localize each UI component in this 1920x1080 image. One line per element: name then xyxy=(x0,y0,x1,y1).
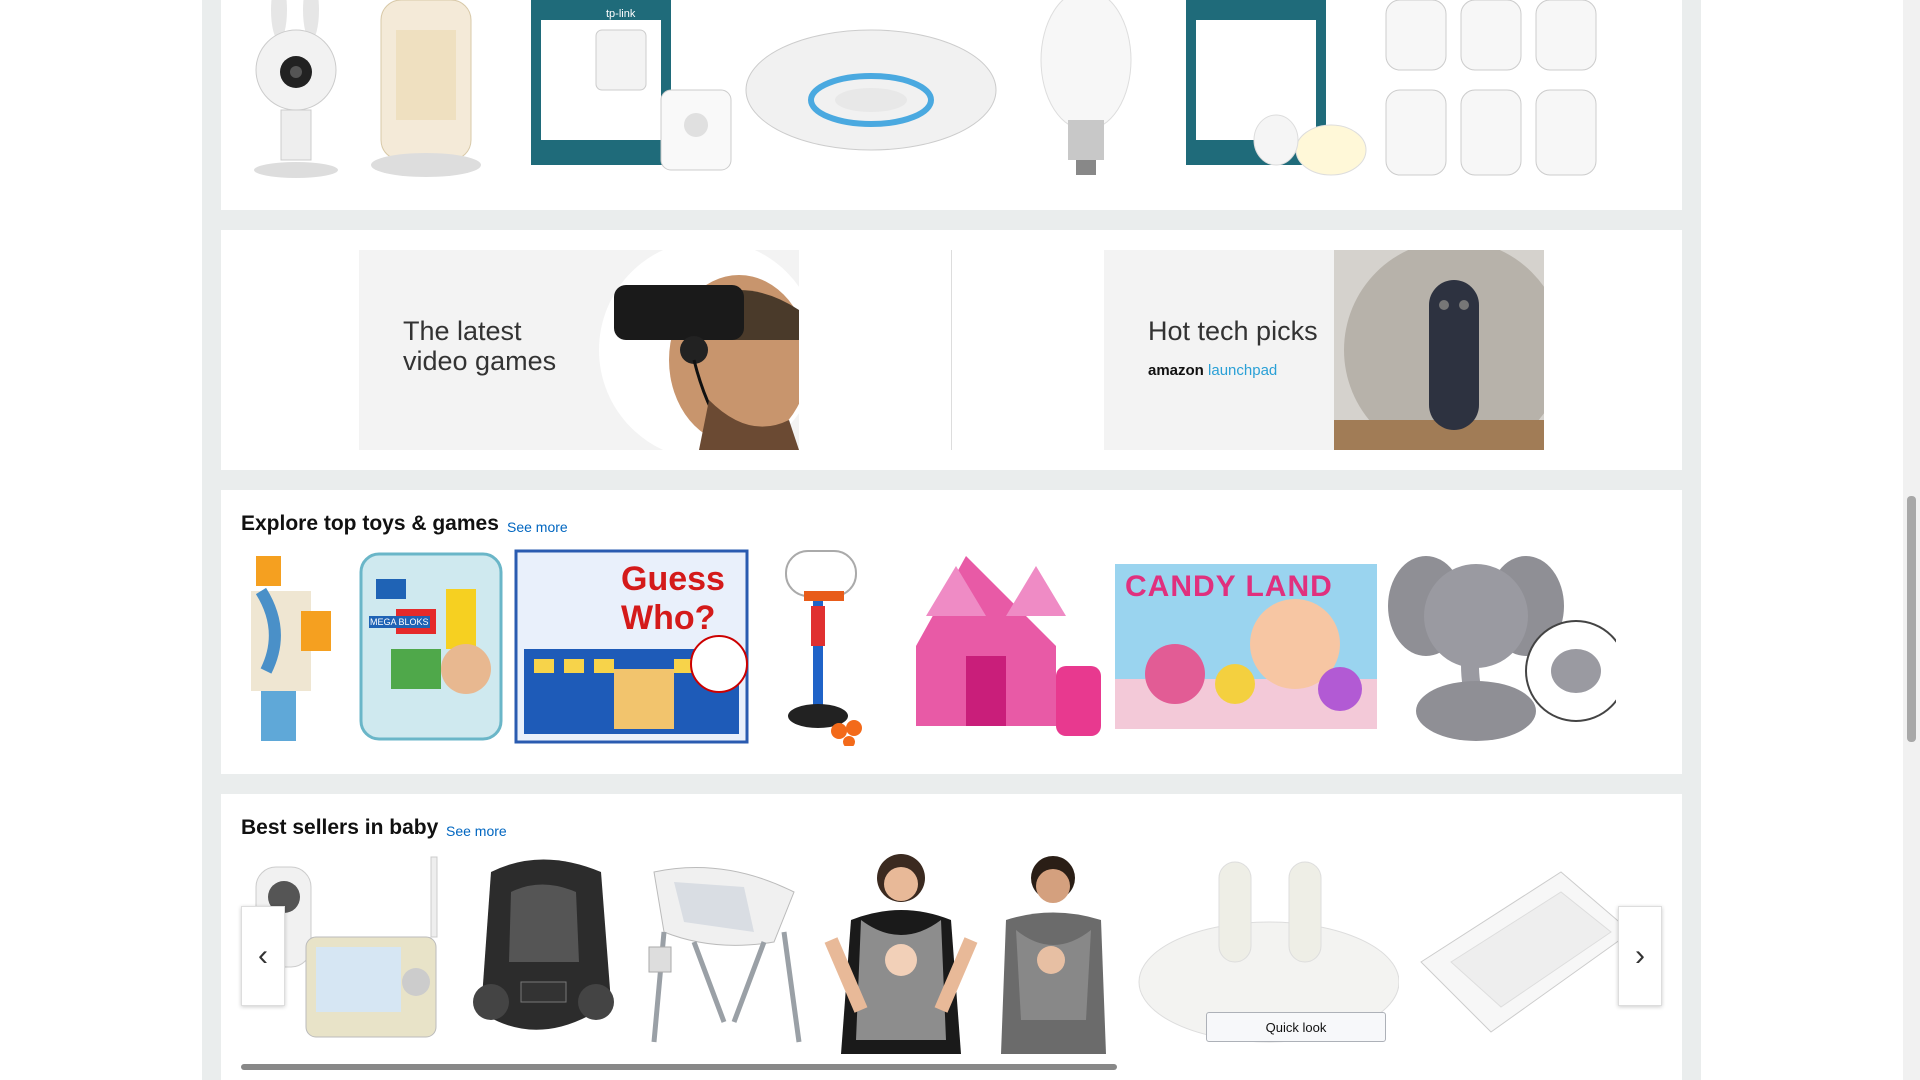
product-guess-who[interactable]: Guess Who? xyxy=(511,546,751,746)
amazon-launchpad-logo: amazon launchpad xyxy=(1148,362,1277,379)
product-rock-n-play-sleeper[interactable] xyxy=(631,850,816,1054)
page-gutter-right xyxy=(1701,0,1903,1080)
carousel-prev-button[interactable]: ‹ xyxy=(241,906,285,1006)
baby-see-more-link[interactable]: See more xyxy=(446,823,507,839)
chevron-right-icon: › xyxy=(1635,939,1645,972)
product-dad-baby-wrap[interactable] xyxy=(986,850,1121,1054)
product-smart-wifi-plug[interactable]: tp-link xyxy=(501,0,736,180)
launchpad-suffix: launchpad xyxy=(1208,362,1278,379)
product-changing-pad[interactable] xyxy=(1406,850,1636,1054)
page-scrollbar[interactable] xyxy=(1903,0,1920,1080)
product-convertible-car-seat[interactable] xyxy=(456,850,631,1054)
baby-best-sellers-title: Best sellers in baby xyxy=(241,816,439,839)
carousel-next-button[interactable]: › xyxy=(1618,906,1662,1006)
video-games-banner-line1: The latest xyxy=(403,316,522,346)
toys-games-card: Explore top toys & games See more MEGA B… xyxy=(221,490,1682,774)
baby-product-row xyxy=(241,850,1662,1054)
product-smart-smoke-detector[interactable] xyxy=(736,0,1006,180)
product-plush-elephant[interactable] xyxy=(1381,546,1621,746)
product-plug-in-night-lights[interactable] xyxy=(1381,0,1611,180)
candy-land-logo: CANDY LAND xyxy=(1125,570,1333,603)
page-gutter-left xyxy=(0,0,202,1080)
product-baby-monitor-camera[interactable] xyxy=(241,0,351,180)
chevron-left-icon: ‹ xyxy=(258,939,268,972)
product-candy-land[interactable]: CANDY LAND xyxy=(1111,546,1381,746)
guess-who-logo: Guess Who? xyxy=(621,560,725,637)
smart-home-product-row: tp-link xyxy=(241,0,1662,180)
product-smart-led-bulb-box[interactable] xyxy=(1166,0,1381,180)
toys-product-row: MEGA BLOKS Guess Who? CANDY LAND xyxy=(241,546,1662,746)
mega-bloks-label: MEGA BLOKS xyxy=(369,616,430,628)
toys-see-more-link[interactable]: See more xyxy=(507,519,568,535)
promo-banners-card: The latest video games Hot tech picks am… xyxy=(221,230,1682,470)
launchpad-prefix: amazon xyxy=(1148,362,1204,379)
video-games-banner[interactable]: The latest video games xyxy=(359,250,799,450)
product-smart-bulb[interactable] xyxy=(1006,0,1166,180)
video-games-banner-line2: video games xyxy=(403,346,557,376)
tplink-brand-label: tp-link xyxy=(606,8,636,20)
product-water-table[interactable] xyxy=(241,546,351,746)
hot-tech-picks-title: Hot tech picks xyxy=(1148,316,1318,346)
carousel-scrollbar[interactable] xyxy=(241,1064,1117,1070)
smart-home-card: tp-link xyxy=(221,0,1682,210)
banner-divider xyxy=(951,250,952,450)
baby-best-sellers-card: Best sellers in baby See more ‹ › Quick … xyxy=(221,794,1682,1080)
quick-look-button[interactable]: Quick look xyxy=(1206,1012,1386,1042)
product-princess-tent[interactable] xyxy=(901,546,1111,746)
toys-games-title: Explore top toys & games xyxy=(241,512,499,535)
product-night-light-projector[interactable] xyxy=(351,0,501,180)
page-scrollbar-thumb[interactable] xyxy=(1907,496,1916,742)
product-baby-wrap-carrier[interactable] xyxy=(816,850,986,1054)
hot-tech-picks-banner[interactable]: Hot tech picks amazon launchpad xyxy=(1104,250,1544,450)
product-mega-bloks[interactable]: MEGA BLOKS xyxy=(351,546,511,746)
product-basketball-hoop[interactable] xyxy=(751,546,901,746)
